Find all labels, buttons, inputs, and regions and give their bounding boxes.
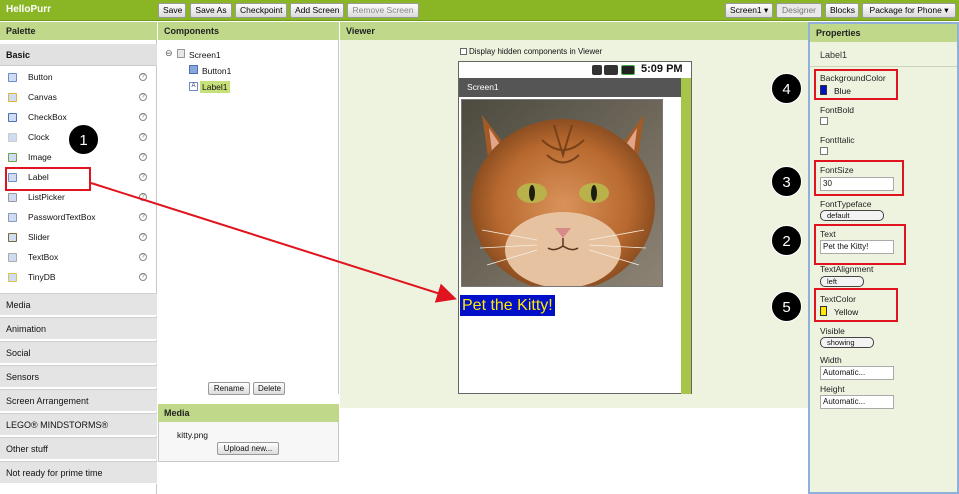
annotation-badge-2: 2 xyxy=(771,225,802,256)
highlight-backgroundcolor xyxy=(814,69,898,100)
highlight-label-palette xyxy=(5,167,91,191)
highlight-textcolor xyxy=(814,288,898,322)
annotation-badge-4: 4 xyxy=(771,73,802,104)
annotation-badge-1: 1 xyxy=(68,124,99,155)
highlight-fontsize xyxy=(814,160,904,196)
highlight-text xyxy=(814,224,906,265)
annotation-badge-5: 5 xyxy=(771,291,802,322)
annotation-badge-3: 3 xyxy=(771,166,802,197)
